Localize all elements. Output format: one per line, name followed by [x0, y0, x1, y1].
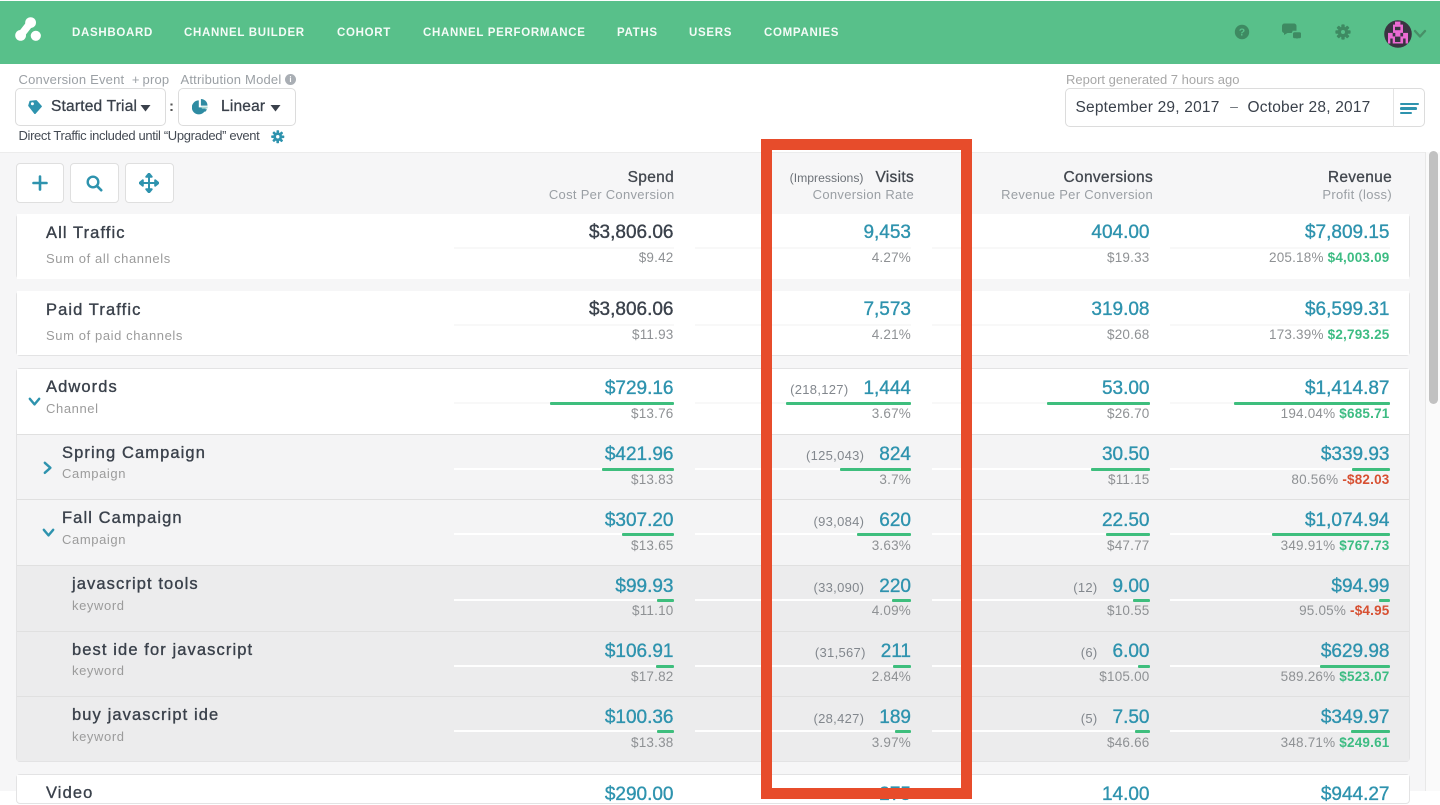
svg-text:?: ?	[1239, 27, 1245, 39]
